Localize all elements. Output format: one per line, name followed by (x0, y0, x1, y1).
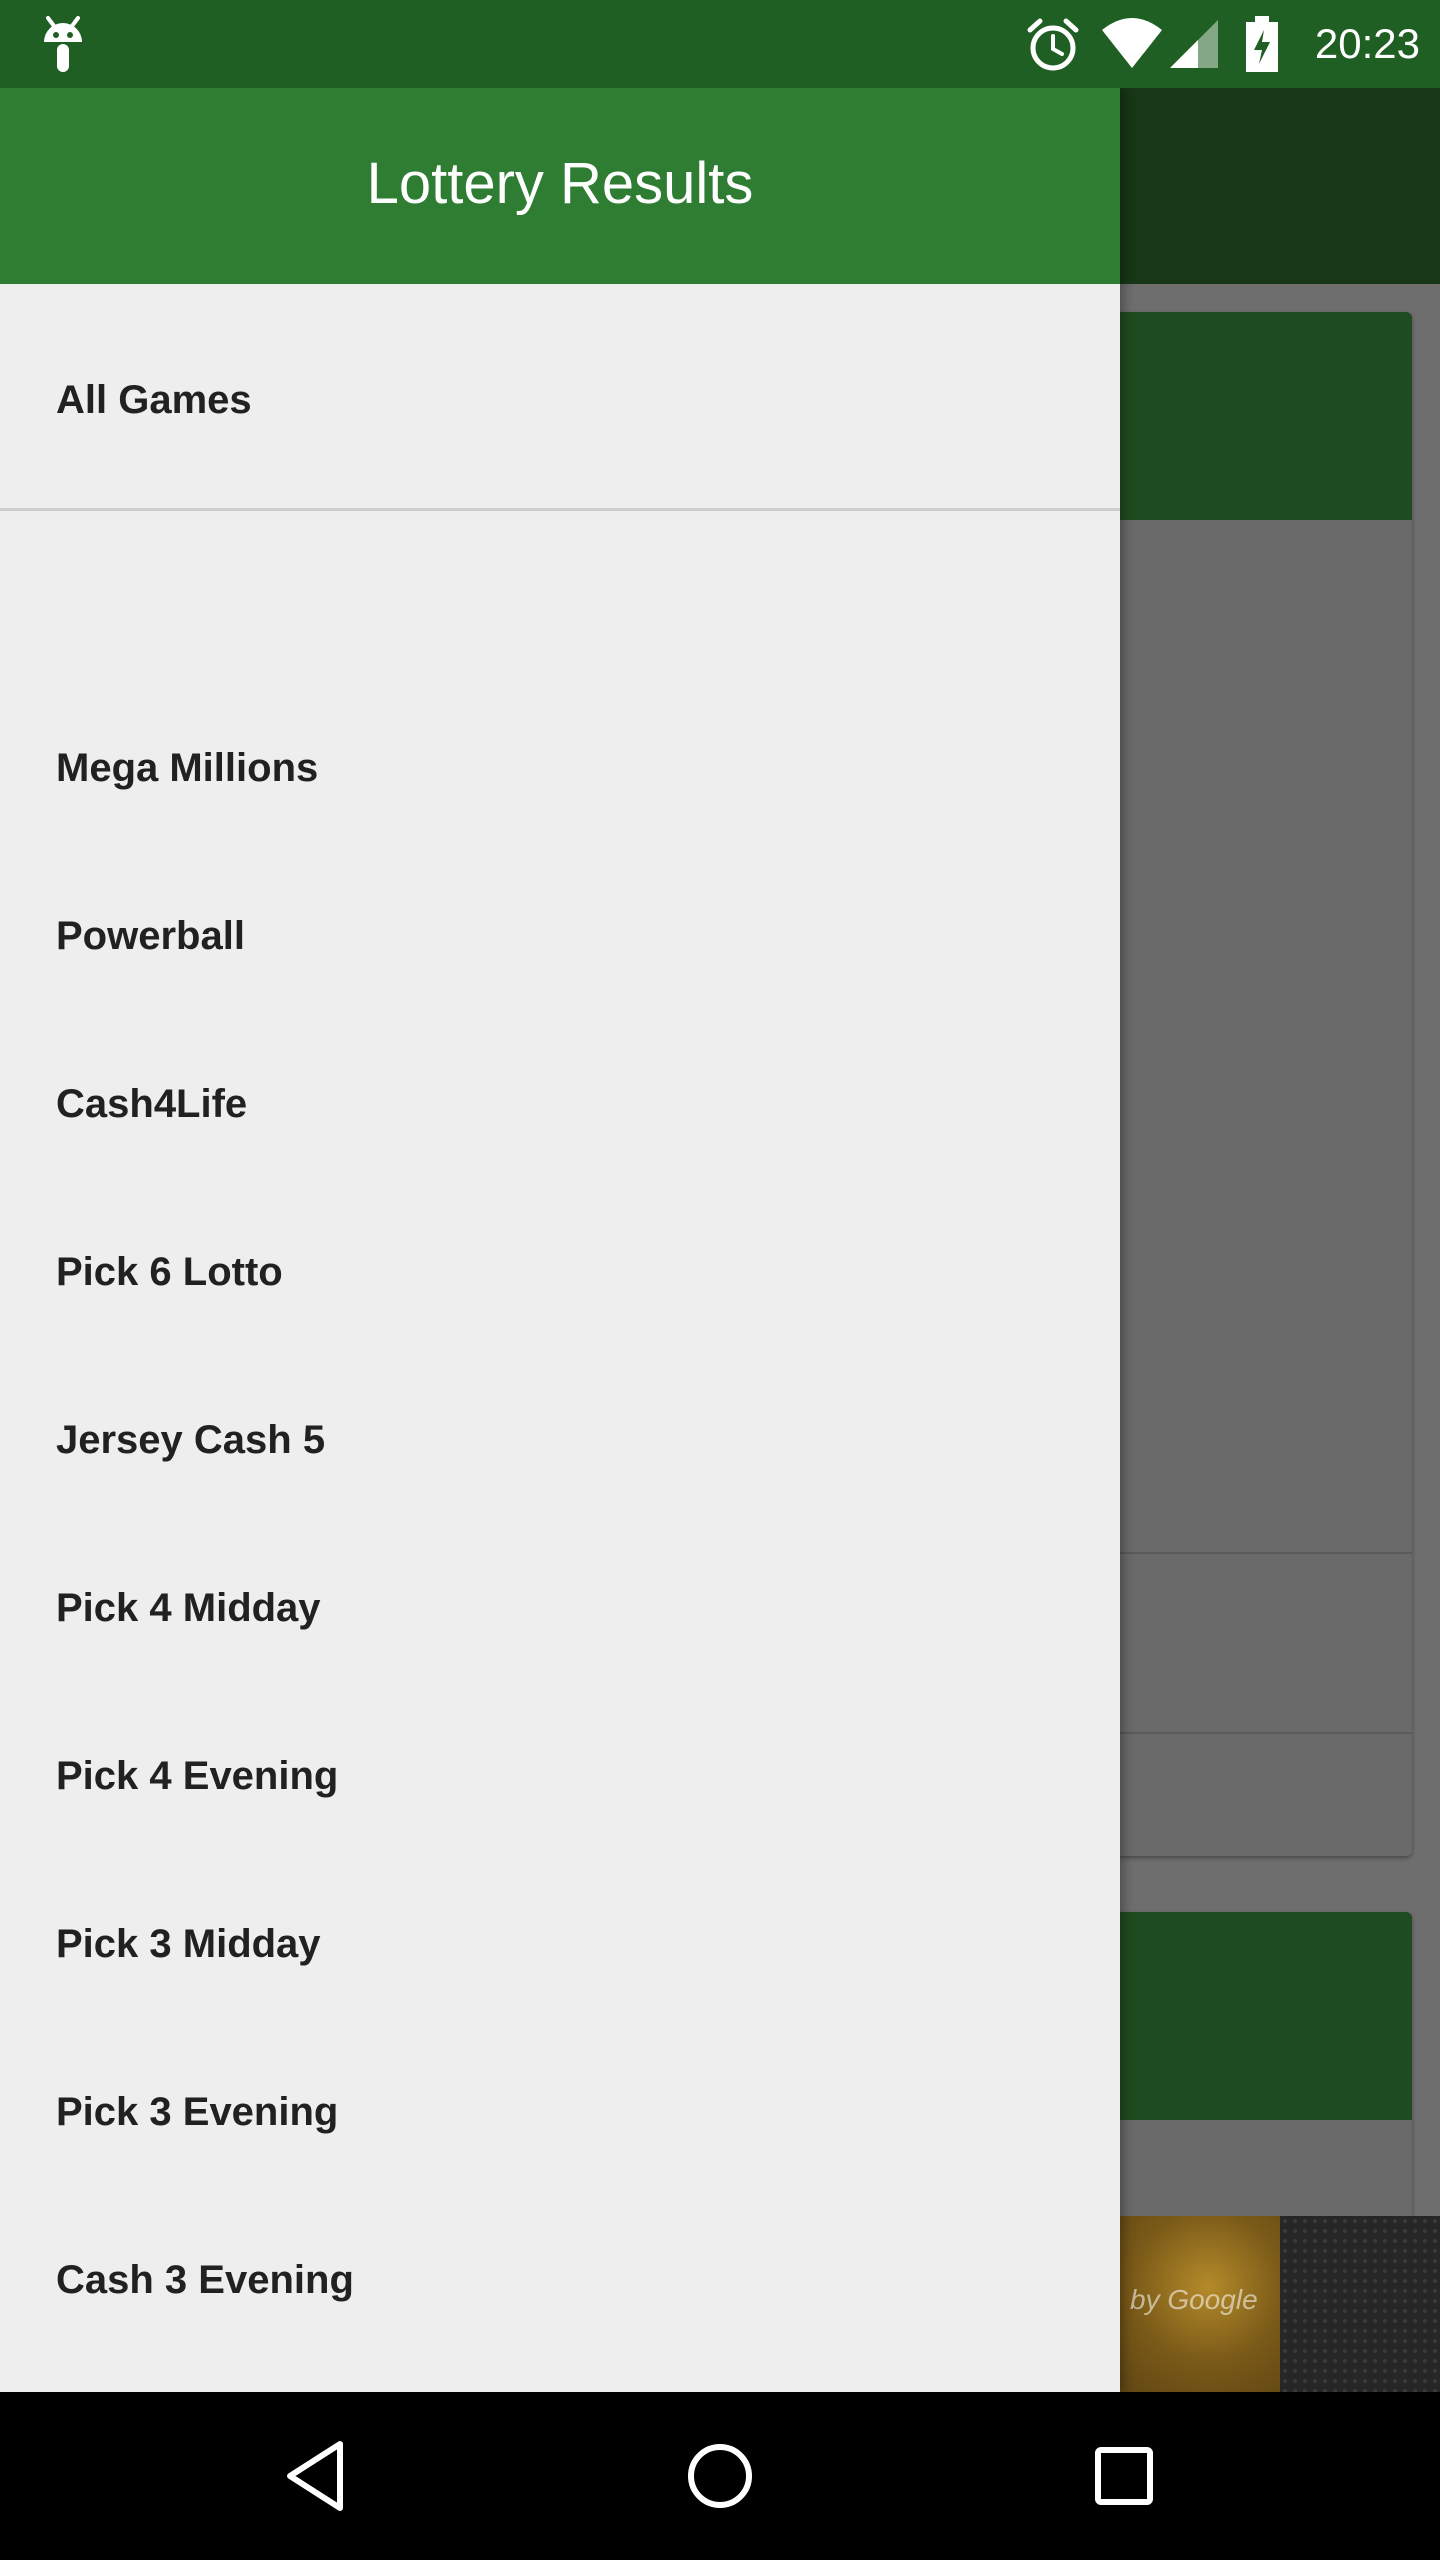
home-icon[interactable] (676, 2432, 764, 2520)
drawer-divider (0, 508, 1120, 511)
back-icon[interactable] (276, 2432, 364, 2520)
drawer-item-jersey-cash-5[interactable]: Jersey Cash 5 (0, 1356, 1120, 1524)
drawer-item-pick-4-evening[interactable]: Pick 4 Evening (0, 1692, 1120, 1860)
battery-charging-icon (1246, 16, 1278, 72)
drawer-header: Lottery Results (0, 88, 1120, 284)
drawer-item-mega-millions[interactable]: Mega Millions (0, 684, 1120, 852)
drawer-item-cash-3-evening[interactable]: Cash 3 Evening (0, 2196, 1120, 2364)
drawer-title: Lottery Results (366, 151, 754, 216)
navigation-drawer: Lottery Results All Games Mega Millions … (0, 88, 1120, 2392)
android-debug-icon (44, 16, 82, 72)
recents-icon[interactable] (1080, 2432, 1168, 2520)
drawer-item-pick-4-midday[interactable]: Pick 4 Midday (0, 1524, 1120, 1692)
drawer-item-powerball[interactable]: Powerball (0, 852, 1120, 1020)
drawer-item-pick-3-evening[interactable]: Pick 3 Evening (0, 2028, 1120, 2196)
alarm-icon (1027, 18, 1079, 71)
drawer-item-cash4life[interactable]: Cash4Life (0, 1020, 1120, 1188)
drawer-item-pick-6-lotto[interactable]: Pick 6 Lotto (0, 1188, 1120, 1356)
wifi-icon (1102, 18, 1162, 68)
cell-signal-icon (1170, 20, 1218, 68)
ad-attribution: by Google (1130, 2284, 1258, 2315)
status-clock: 20:23 (1314, 20, 1420, 67)
status-bar: 20:23 (0, 0, 1440, 88)
drawer-item-all-games[interactable]: All Games (0, 316, 1120, 484)
drawer-item-pick-3-midday[interactable]: Pick 3 Midday (0, 1860, 1120, 2028)
screen: 20:23 by Google Lottery Results All Game… (0, 0, 1440, 2560)
system-nav-bar (0, 2392, 1440, 2560)
ad-pattern (1280, 2216, 1440, 2392)
